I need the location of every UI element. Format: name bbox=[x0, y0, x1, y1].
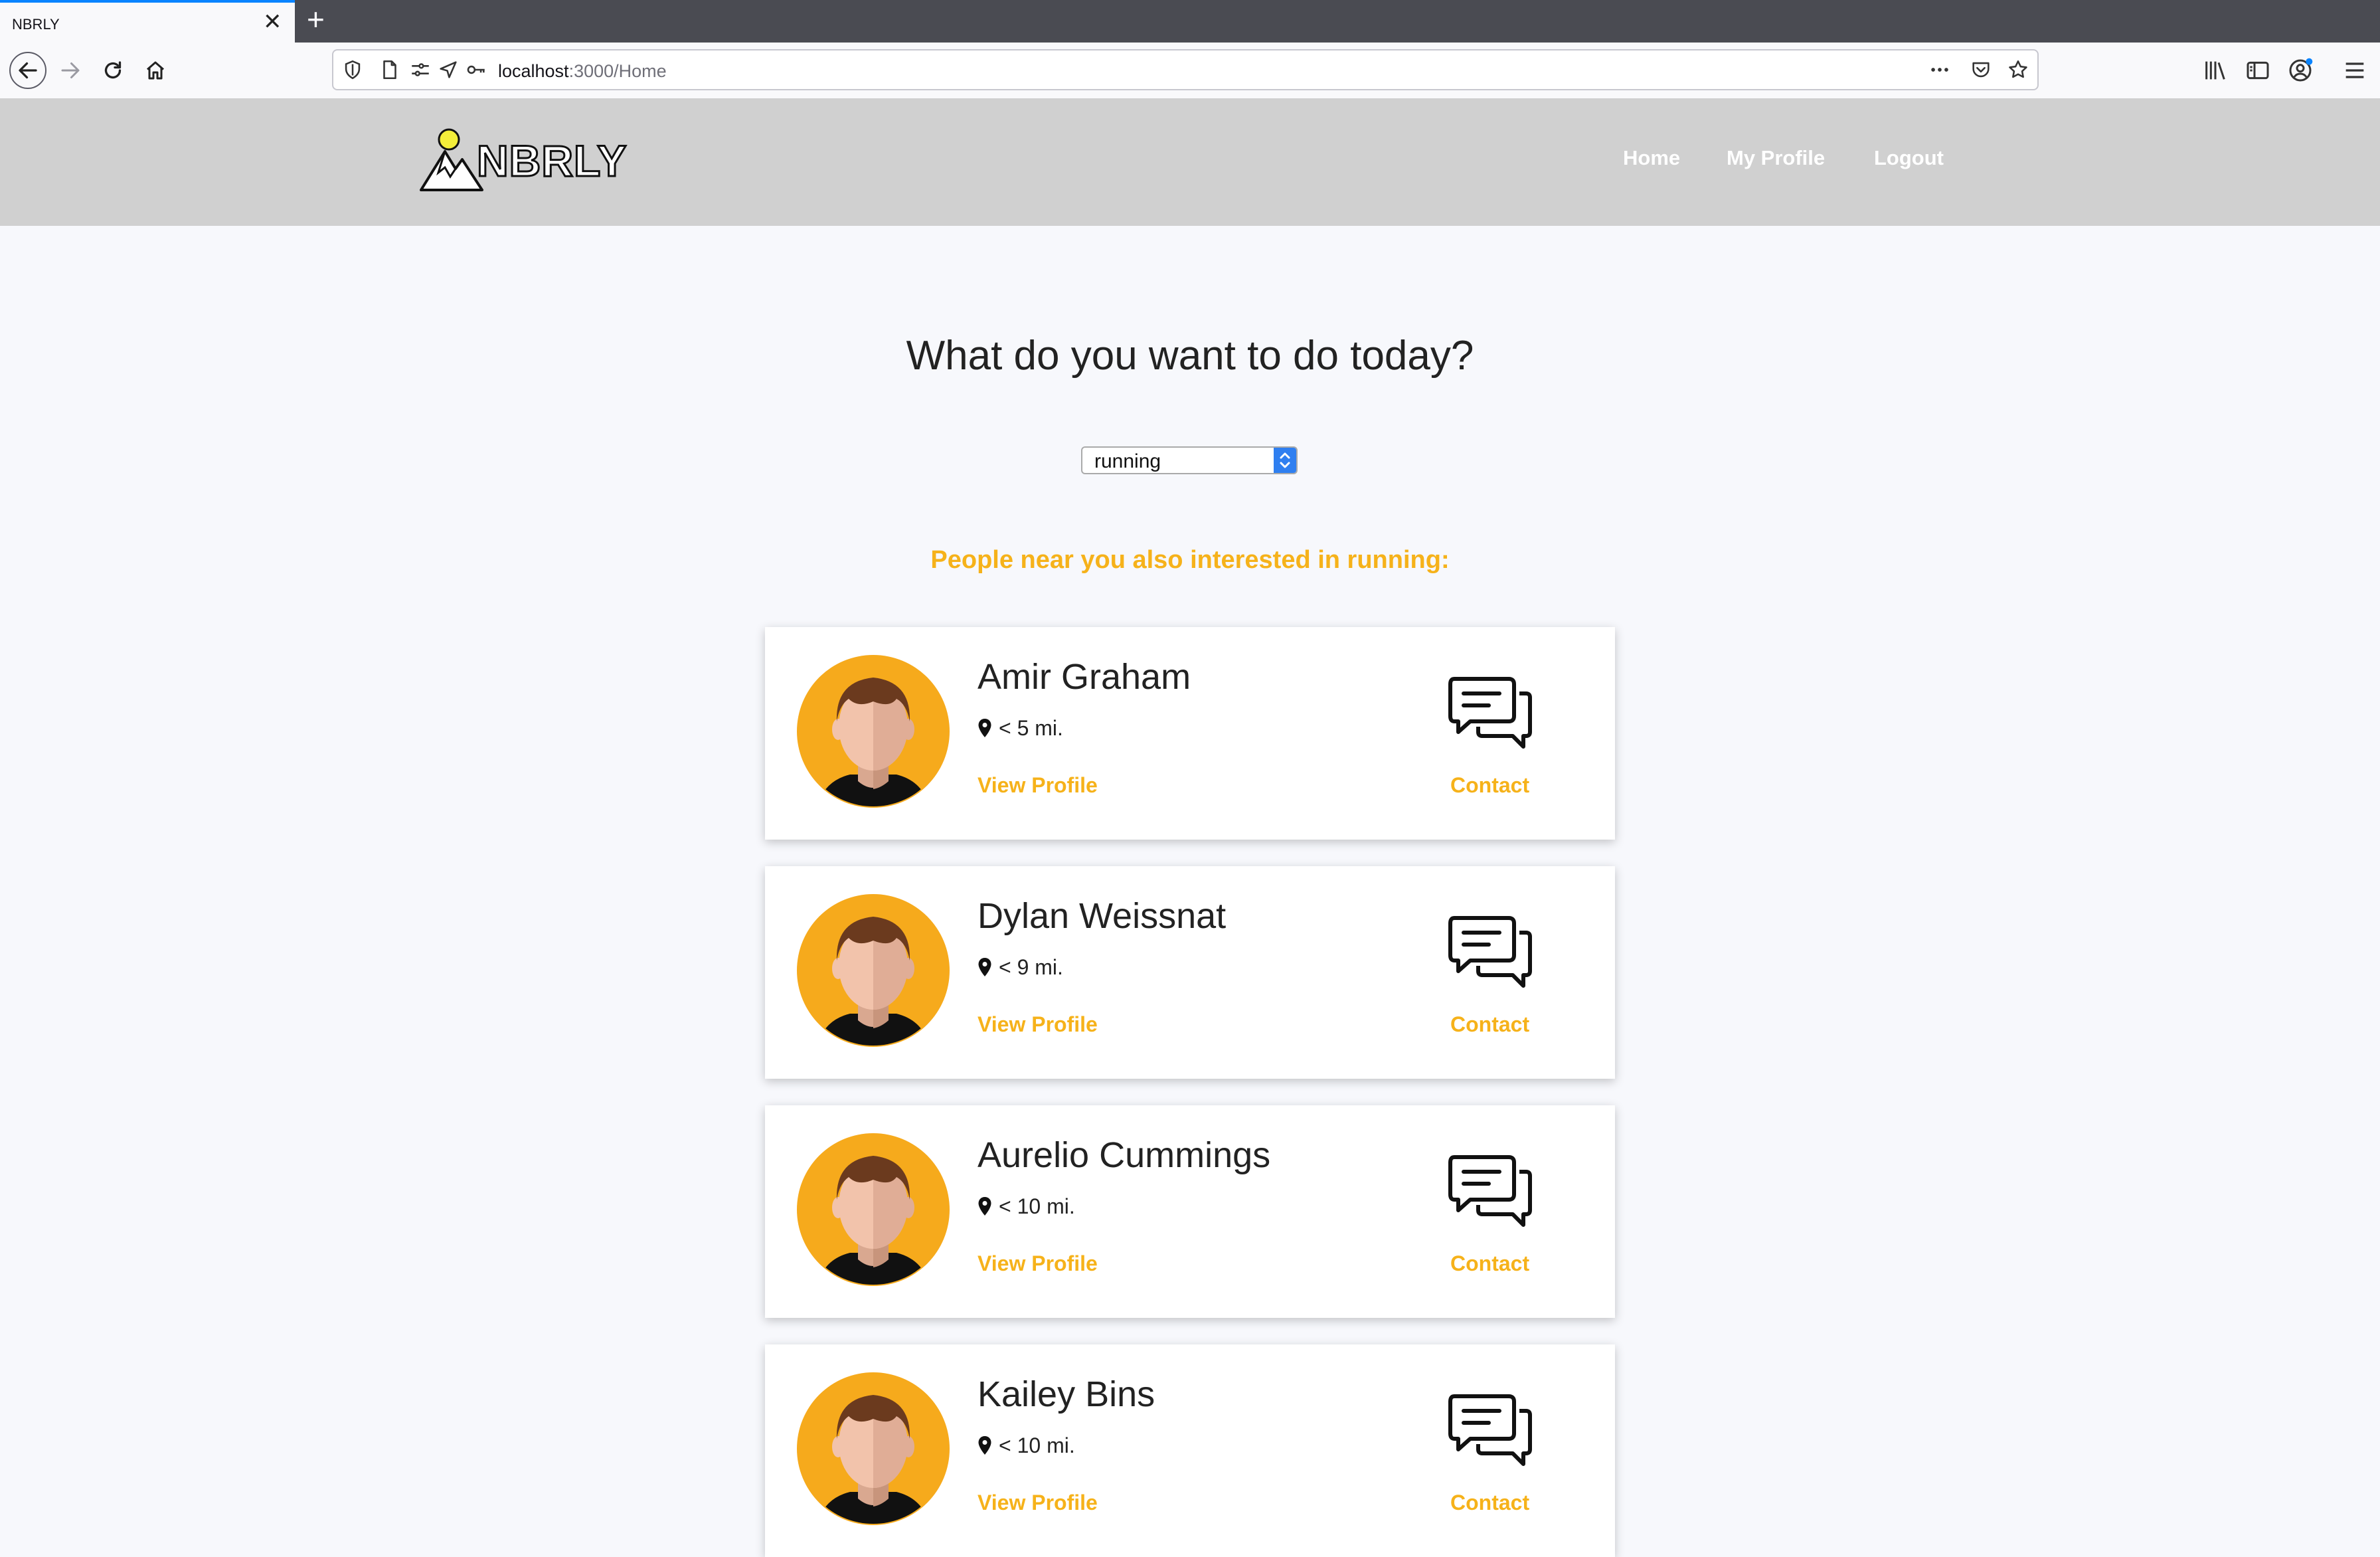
view-profile-link[interactable]: View Profile bbox=[978, 1251, 1098, 1276]
distance-text: < 10 mi. bbox=[999, 1433, 1075, 1457]
map-pin-icon bbox=[978, 719, 991, 737]
avatar[interactable] bbox=[797, 894, 950, 1047]
person-distance: < 5 mi. bbox=[978, 716, 1063, 741]
pocket-icon[interactable] bbox=[1970, 58, 1992, 81]
url-text: localhost:3000/Home bbox=[498, 61, 667, 82]
tab-title: NBRLY bbox=[12, 16, 60, 33]
more-icon[interactable] bbox=[1928, 58, 1951, 81]
chat-bubbles-icon[interactable] bbox=[1448, 1149, 1534, 1236]
key-icon[interactable] bbox=[465, 58, 487, 81]
library-icon[interactable] bbox=[2202, 57, 2229, 84]
site-header: NBRLY Home My Profile Logout bbox=[0, 98, 2380, 226]
map-pin-icon bbox=[978, 1436, 991, 1455]
url-path: :3000/Home bbox=[568, 61, 667, 81]
person-name: Dylan Weissnat bbox=[978, 896, 1227, 936]
url-host: localhost bbox=[498, 61, 569, 81]
back-arrow-icon[interactable] bbox=[9, 52, 46, 89]
url-bar[interactable]: localhost:3000/Home bbox=[332, 49, 2039, 90]
menu-icon[interactable] bbox=[2341, 57, 2368, 84]
page-icon[interactable] bbox=[379, 58, 401, 81]
person-name: Kailey Bins bbox=[978, 1374, 1155, 1414]
account-icon[interactable] bbox=[2287, 57, 2314, 84]
close-tab-icon[interactable]: ✕ bbox=[263, 11, 282, 33]
chat-bubbles-icon[interactable] bbox=[1448, 671, 1534, 757]
mountain-sun-icon bbox=[420, 128, 483, 191]
contact-link[interactable]: Contact bbox=[1450, 1251, 1529, 1276]
view-profile-link[interactable]: View Profile bbox=[978, 1491, 1098, 1515]
person-name: Amir Graham bbox=[978, 657, 1191, 697]
nav-logout-link[interactable]: Logout bbox=[1874, 146, 1944, 170]
distance-text: < 10 mi. bbox=[999, 1194, 1075, 1218]
map-pin-icon bbox=[978, 1197, 991, 1216]
view-profile-link[interactable]: View Profile bbox=[978, 773, 1098, 798]
map-pin-icon bbox=[978, 958, 991, 976]
permissions-icon[interactable] bbox=[409, 58, 432, 81]
contact-link[interactable]: Contact bbox=[1450, 1491, 1529, 1515]
person-card: Kailey Bins < 10 mi. View Profile Contac… bbox=[765, 1344, 1615, 1557]
person-card: Dylan Weissnat < 9 mi. View Profile Cont… bbox=[765, 866, 1615, 1079]
person-distance: < 10 mi. bbox=[978, 1194, 1075, 1219]
new-tab-icon[interactable]: + bbox=[307, 4, 325, 35]
home-icon[interactable] bbox=[139, 54, 171, 86]
activity-select[interactable]: running bbox=[1081, 446, 1298, 474]
nav-my-profile-link[interactable]: My Profile bbox=[1727, 146, 1825, 170]
forward-arrow-icon[interactable] bbox=[54, 54, 86, 86]
avatar[interactable] bbox=[797, 1372, 950, 1525]
browser-tab[interactable]: NBRLY ✕ bbox=[0, 0, 295, 43]
person-name: Aurelio Cummings bbox=[978, 1135, 1271, 1175]
nav-home-link[interactable]: Home bbox=[1623, 146, 1680, 170]
page-headline: What do you want to do today? bbox=[906, 333, 1474, 379]
person-card: Amir Graham < 5 mi. View Profile Contact bbox=[765, 627, 1615, 840]
bookmark-star-icon[interactable] bbox=[2007, 58, 2029, 81]
nbrly-logo[interactable]: NBRLY bbox=[418, 126, 628, 193]
reload-icon[interactable] bbox=[97, 54, 129, 86]
person-card: Aurelio Cummings < 10 mi. View Profile C… bbox=[765, 1105, 1615, 1318]
distance-text: < 9 mi. bbox=[999, 955, 1063, 979]
browser-tab-bar: NBRLY ✕ + bbox=[0, 0, 2380, 43]
activity-select-value: running bbox=[1094, 450, 1161, 472]
view-profile-link[interactable]: View Profile bbox=[978, 1012, 1098, 1037]
shield-icon[interactable] bbox=[341, 58, 364, 81]
avatar[interactable] bbox=[797, 1133, 950, 1286]
contact-link[interactable]: Contact bbox=[1450, 1012, 1529, 1037]
person-distance: < 9 mi. bbox=[978, 955, 1063, 980]
distance-text: < 5 mi. bbox=[999, 716, 1063, 740]
chat-bubbles-icon[interactable] bbox=[1448, 910, 1534, 996]
logo-text: NBRLY bbox=[475, 136, 628, 187]
person-distance: < 10 mi. bbox=[978, 1433, 1075, 1458]
contact-link[interactable]: Contact bbox=[1450, 773, 1529, 798]
chat-bubbles-icon[interactable] bbox=[1448, 1388, 1534, 1475]
location-icon[interactable] bbox=[437, 58, 460, 81]
people-subheading: People near you also interested in runni… bbox=[930, 546, 1450, 574]
avatar[interactable] bbox=[797, 655, 950, 808]
sidebar-icon[interactable] bbox=[2245, 57, 2271, 84]
select-arrows-icon[interactable] bbox=[1274, 448, 1296, 473]
browser-navigation-bar: localhost:3000/Home bbox=[0, 43, 2380, 99]
